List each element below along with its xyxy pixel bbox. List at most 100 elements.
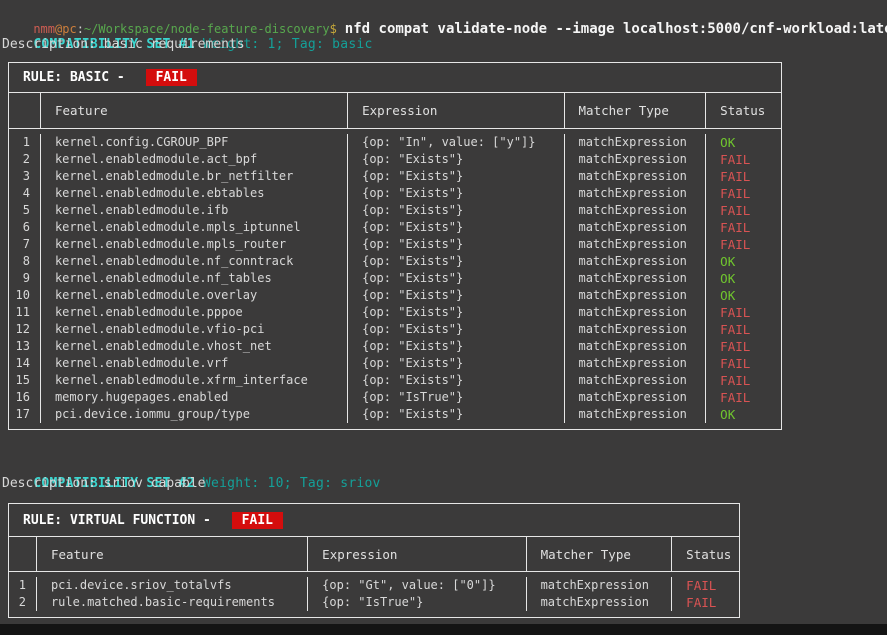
table-row: 5kernel.enabledmodule.ifb{op: "Exists"}m… [9, 202, 781, 219]
status-value: OK [706, 406, 781, 423]
table-cell: matchExpression [565, 151, 707, 168]
table-cell: matchExpression [565, 406, 707, 423]
table-row: 2kernel.enabledmodule.act_bpf{op: "Exist… [9, 151, 781, 168]
col-header-status: Status [706, 93, 781, 128]
table-cell: matchExpression [565, 321, 707, 338]
table-cell: {op: "Exists"} [348, 219, 564, 236]
table-cell: {op: "Exists"} [348, 304, 564, 321]
table-row: 12kernel.enabledmodule.vfio-pci{op: "Exi… [9, 321, 781, 338]
table-row: 14kernel.enabledmodule.vrf{op: "Exists"}… [9, 355, 781, 372]
table-row: 9kernel.enabledmodule.nf_tables{op: "Exi… [9, 270, 781, 287]
table-cell: {op: "Exists"} [348, 355, 564, 372]
window-bottom-edge [0, 624, 887, 635]
table-cell: matchExpression [565, 338, 707, 355]
col-header-index [9, 93, 41, 128]
table-cell: matchExpression [565, 253, 707, 270]
table-cell: 3 [9, 168, 41, 185]
command-text: nfd compat validate-node --image localho… [345, 21, 887, 37]
table-body: 1kernel.config.CGROUP_BPF{op: "In", valu… [9, 129, 781, 429]
table-cell: 12 [9, 321, 41, 338]
table-cell: pci.device.iommu_group/type [41, 406, 348, 423]
table-cell: kernel.enabledmodule.act_bpf [41, 151, 348, 168]
table-cell: kernel.enabledmodule.ebtables [41, 185, 348, 202]
table-cell: 8 [9, 253, 41, 270]
table-cell: 13 [9, 338, 41, 355]
table-row: 17pci.device.iommu_group/type{op: "Exist… [9, 406, 781, 423]
table-row: 16memory.hugepages.enabled{op: "IsTrue"}… [9, 389, 781, 406]
status-value: FAIL [706, 202, 781, 219]
table-row: 3kernel.enabledmodule.br_netfilter{op: "… [9, 168, 781, 185]
table-cell: {op: "Exists"} [348, 253, 564, 270]
table-row: 4kernel.enabledmodule.ebtables{op: "Exis… [9, 185, 781, 202]
table-cell: 1 [9, 134, 41, 151]
table-body: 1pci.device.sriov_totalvfs{op: "Gt", val… [9, 572, 739, 617]
status-value: FAIL [706, 389, 781, 406]
table-cell: matchExpression [565, 134, 707, 151]
status-value: OK [706, 134, 781, 151]
status-value: FAIL [706, 355, 781, 372]
fail-badge: FAIL [146, 69, 197, 86]
table-cell: rule.matched.basic-requirements [37, 594, 308, 611]
rule-table-virtual-function: RULE: VIRTUAL FUNCTION - FAIL Feature Ex… [8, 503, 740, 618]
status-value: FAIL [706, 236, 781, 253]
table-cell: 15 [9, 372, 41, 389]
table-cell: kernel.enabledmodule.vrf [41, 355, 348, 372]
table-row: 2rule.matched.basic-requirements{op: "Is… [9, 594, 739, 611]
table-row: 10kernel.enabledmodule.overlay{op: "Exis… [9, 287, 781, 304]
status-value: FAIL [706, 219, 781, 236]
table-cell: matchExpression [565, 270, 707, 287]
table-cell: {op: "Exists"} [348, 406, 564, 423]
status-value: FAIL [706, 151, 781, 168]
table-cell: {op: "Exists"} [348, 338, 564, 355]
table-cell: {op: "Exists"} [348, 151, 564, 168]
table-cell: kernel.enabledmodule.ifb [41, 202, 348, 219]
table-cell: matchExpression [565, 372, 707, 389]
table-row: 1kernel.config.CGROUP_BPF{op: "In", valu… [9, 134, 781, 151]
status-value: FAIL [672, 594, 739, 611]
table-cell: 17 [9, 406, 41, 423]
table-cell: matchExpression [565, 236, 707, 253]
col-header-status: Status [672, 537, 739, 571]
table-cell: matchExpression [527, 577, 673, 594]
table-cell: {op: "Exists"} [348, 236, 564, 253]
table-cell: kernel.enabledmodule.pppoe [41, 304, 348, 321]
table-cell: matchExpression [565, 168, 707, 185]
table-cell: matchExpression [565, 304, 707, 321]
table-cell: matchExpression [565, 202, 707, 219]
status-value: FAIL [706, 304, 781, 321]
table-row: 13kernel.enabledmodule.vhost_net{op: "Ex… [9, 338, 781, 355]
table-row: 8kernel.enabledmodule.nf_conntrack{op: "… [9, 253, 781, 270]
table-cell: kernel.enabledmodule.nf_conntrack [41, 253, 348, 270]
table-cell: 11 [9, 304, 41, 321]
table-row: 11kernel.enabledmodule.pppoe{op: "Exists… [9, 304, 781, 321]
table-cell: matchExpression [565, 389, 707, 406]
table-cell: matchExpression [565, 185, 707, 202]
table-cell: pci.device.sriov_totalvfs [37, 577, 308, 594]
fail-badge: FAIL [232, 512, 283, 529]
status-value: FAIL [706, 338, 781, 355]
table-cell: 2 [9, 151, 41, 168]
column-headers: Feature Expression Matcher Type Status [9, 93, 781, 129]
table-cell: kernel.config.CGROUP_BPF [41, 134, 348, 151]
table-cell: kernel.enabledmodule.mpls_router [41, 236, 348, 253]
table-cell: {op: "IsTrue"} [348, 389, 564, 406]
table-cell: matchExpression [565, 219, 707, 236]
col-header-matcher: Matcher Type [527, 537, 673, 571]
command-line[interactable]: nmm@pc:~/Workspace/node-feature-discover… [2, 1, 887, 20]
status-value: OK [706, 287, 781, 304]
col-header-matcher: Matcher Type [565, 93, 707, 128]
rule-header-basic: RULE: BASIC - FAIL [9, 63, 781, 93]
table-cell: {op: "Exists"} [348, 372, 564, 389]
col-header-feature: Feature [41, 93, 348, 128]
set1-description: Description: basic requirements [2, 36, 245, 53]
rule-label: RULE: VIRTUAL FUNCTION - [23, 513, 219, 528]
table-cell: 5 [9, 202, 41, 219]
status-value: FAIL [706, 185, 781, 202]
table-cell: matchExpression [527, 594, 673, 611]
status-value: FAIL [706, 321, 781, 338]
table-cell: {op: "Exists"} [348, 321, 564, 338]
table-row: 6kernel.enabledmodule.mpls_iptunnel{op: … [9, 219, 781, 236]
table-cell: {op: "IsTrue"} [308, 594, 526, 611]
table-cell: kernel.enabledmodule.br_netfilter [41, 168, 348, 185]
col-header-index [9, 537, 37, 571]
